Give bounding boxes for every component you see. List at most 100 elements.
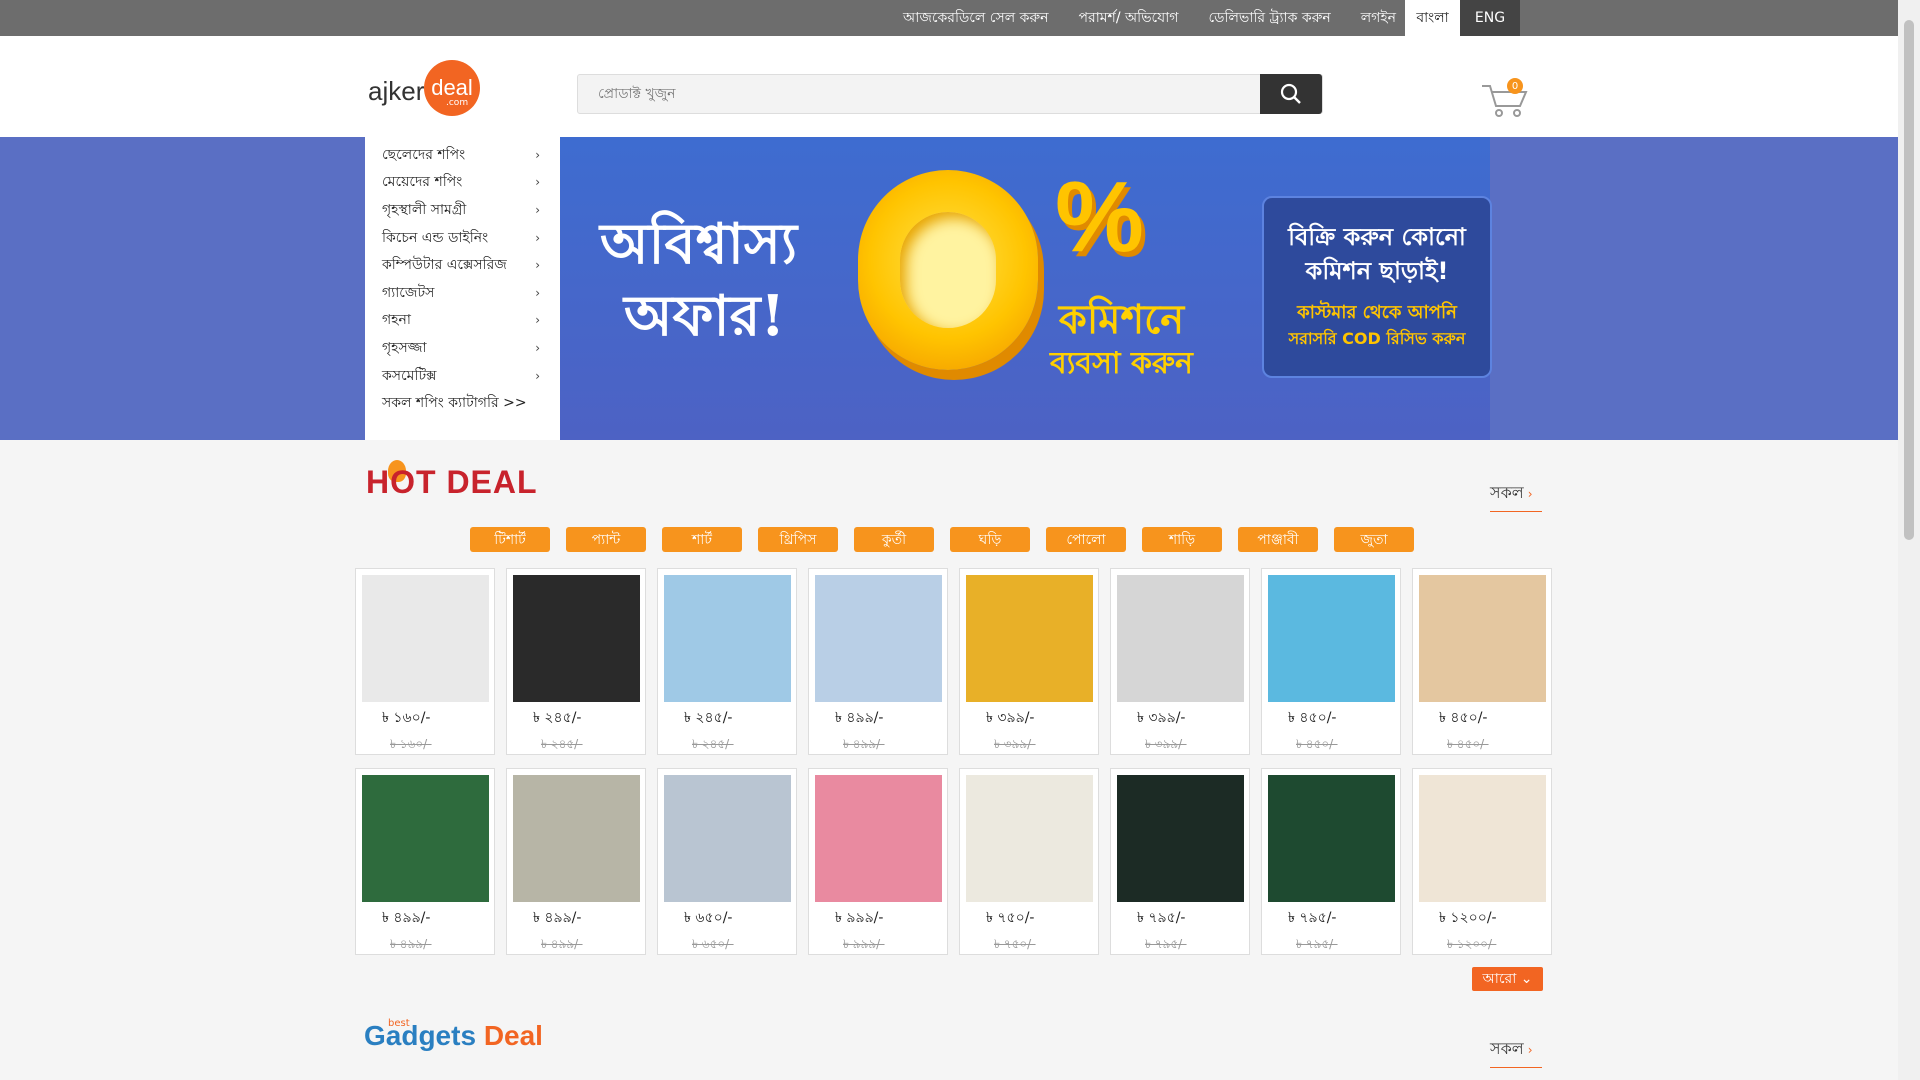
product-old-price: ৳ ২৪৫/-	[692, 737, 734, 751]
product-price: ৳ ১৬০/-	[382, 710, 431, 726]
chip-threepiece[interactable]: থ্রিপিস	[758, 527, 838, 552]
product-old-price: ৳ ৪৯৯/-	[390, 937, 432, 951]
lang-bangla-button[interactable]: বাংলা	[1405, 0, 1460, 36]
menu-label: গৃহসজ্জা	[382, 339, 427, 356]
product-image[interactable]	[1268, 775, 1395, 902]
product-card[interactable]: ৳ ৪৫০/- ৳ ৪৫০/-	[1412, 568, 1552, 755]
hero-headline: অবিশ্বাস্য অফার!	[600, 208, 797, 352]
product-price: ৳ ৭৯৫/-	[1288, 910, 1337, 926]
product-card[interactable]: ৳ ৩৯৯/- ৳ ৩৯৯/-	[959, 568, 1099, 755]
product-old-price: ৳ ৭৯৫/-	[1296, 937, 1338, 951]
track-delivery-link[interactable]: ডেলিভারি ট্র্যাক করুন	[1208, 6, 1330, 30]
menu-label: কম্পিউটার এক্সেসরিজ	[382, 257, 507, 274]
product-image[interactable]	[966, 575, 1093, 702]
complaint-link[interactable]: পরামর্শ/ অভিযোগ	[1079, 6, 1179, 30]
product-card[interactable]: ৳ ৪৫০/- ৳ ৪৫০/-	[1261, 568, 1401, 755]
page-scrollbar[interactable]	[1898, 0, 1920, 1080]
product-old-price: ৳ ৪৯৯/-	[843, 737, 885, 751]
promo-line1: বিক্রি করুন কোনো	[1288, 223, 1466, 251]
product-image[interactable]	[513, 575, 640, 702]
menu-item-decor[interactable]: গৃহসজ্জা ›	[365, 334, 560, 362]
product-image[interactable]	[815, 775, 942, 902]
product-card[interactable]: ৳ ২৪৫/- ৳ ২৪৫/-	[657, 568, 797, 755]
product-card[interactable]: ৳ ৭৯৫/- ৳ ৭৯৫/-	[1110, 768, 1250, 955]
lang-english-button[interactable]: ENG	[1460, 0, 1520, 36]
product-image[interactable]	[815, 575, 942, 702]
chevron-right-icon: ›	[535, 202, 540, 217]
product-card[interactable]: ৳ ১২০০/- ৳ ১২০০/-	[1412, 768, 1552, 955]
chevron-right-icon: ›	[535, 147, 540, 162]
chevron-right-icon: ›	[1527, 487, 1533, 501]
chip-panjabi[interactable]: পাঞ্জাবী	[1238, 527, 1318, 552]
menu-item-cosmetics[interactable]: কসমেটিক্স ›	[365, 362, 560, 390]
product-card[interactable]: ৳ ৪৯৯/- ৳ ৪৯৯/-	[808, 568, 948, 755]
site-logo[interactable]: ajker deal .com	[368, 60, 483, 118]
cart-count-badge: 0	[1507, 78, 1523, 94]
chevron-right-icon: ›	[1527, 1043, 1533, 1057]
chevron-right-icon: ›	[535, 285, 540, 300]
product-card[interactable]: ৳ ৪৯৯/- ৳ ৪৯৯/-	[355, 768, 495, 955]
sell-link[interactable]: আজকেরডিলে সেল করুন	[903, 6, 1049, 30]
product-card[interactable]: ৳ ২৪৫/- ৳ ২৪৫/-	[506, 568, 646, 755]
product-image[interactable]	[966, 775, 1093, 902]
product-card[interactable]: ৳ ৪৯৯/- ৳ ৪৯৯/-	[506, 768, 646, 955]
menu-item-all-categories[interactable]: সকল শপিং ক্যাটাগরি >>	[365, 389, 560, 417]
chip-shoes[interactable]: জুতা	[1334, 527, 1414, 552]
promo-line2: কমিশন ছাড়াই!	[1305, 257, 1449, 285]
chip-shirt[interactable]: শার্ট	[662, 527, 742, 552]
menu-item-computer[interactable]: কম্পিউটার এক্সেসরিজ ›	[365, 251, 560, 279]
product-card[interactable]: ৳ ৩৯৯/- ৳ ৩৯৯/-	[1110, 568, 1250, 755]
menu-item-kitchen[interactable]: কিচেন এন্ড ডাইনিং ›	[365, 224, 560, 252]
chip-polo[interactable]: পোলো	[1046, 527, 1126, 552]
hot-deal-see-all[interactable]: সকল ›	[1490, 478, 1542, 512]
chip-watch[interactable]: ঘড়ি	[950, 527, 1030, 552]
scrollbar-thumb[interactable]	[1904, 20, 1914, 540]
menu-item-gadgets[interactable]: গ্যাজেটস ›	[365, 279, 560, 307]
category-menu: ছেলেদের শপিং › মেয়েদের শপিং › গৃহস্থালী স…	[365, 137, 560, 440]
logo-text: ajker	[368, 76, 425, 106]
product-image[interactable]	[664, 775, 791, 902]
product-row-1: ৳ ১৬০/- ৳ ১৬০/- ৳ ২৪৫/- ৳ ২৪৫/- ৳ ২৪৫/- ৳ ২৪৫…	[355, 568, 1552, 755]
hero-promo-box: বিক্রি করুন কোনো কমিশন ছাড়াই! কাস্টমার …	[1262, 196, 1492, 378]
product-card[interactable]: ৳ ৭৫০/- ৳ ৭৫০/-	[959, 768, 1099, 955]
search-icon	[1280, 83, 1301, 104]
product-old-price: ৳ ১৬০/-	[390, 737, 432, 751]
product-image[interactable]	[1117, 575, 1244, 702]
menu-label: গহনা	[382, 312, 411, 329]
menu-item-jewelry[interactable]: গহনা ›	[365, 307, 560, 335]
product-image[interactable]	[1117, 775, 1244, 902]
see-all-label: সকল	[1490, 1039, 1524, 1058]
product-price: ৳ ১২০০/-	[1439, 910, 1497, 926]
menu-item-girls[interactable]: মেয়েদের শপিং ›	[365, 169, 560, 197]
product-image[interactable]	[664, 575, 791, 702]
product-image[interactable]	[362, 575, 489, 702]
menu-item-household[interactable]: গৃহস্থালী সামগ্রী ›	[365, 196, 560, 224]
more-button[interactable]: আরো ⌄	[1472, 967, 1543, 991]
product-card[interactable]: ৳ ১৬০/- ৳ ১৬০/-	[355, 568, 495, 755]
gadgets-see-all[interactable]: সকল ›	[1490, 1034, 1542, 1068]
chip-pants[interactable]: প্যান্ট	[566, 527, 646, 552]
product-image[interactable]	[1268, 575, 1395, 702]
search-button[interactable]	[1260, 74, 1322, 114]
cart-button[interactable]: 0	[1480, 78, 1530, 118]
product-card[interactable]: ৳ ৭৯৫/- ৳ ৭৯৫/-	[1261, 768, 1401, 955]
chip-tshirt[interactable]: টিশার্ট	[470, 527, 550, 552]
chip-kurti[interactable]: কুর্তী	[854, 527, 934, 552]
login-link[interactable]: লগইন	[1361, 6, 1396, 30]
product-image[interactable]	[1419, 575, 1546, 702]
menu-item-boys[interactable]: ছেলেদের শপিং ›	[365, 141, 560, 169]
menu-label: কিচেন এন্ড ডাইনিং	[382, 229, 489, 246]
product-card[interactable]: ৳ ৬৫০/- ৳ ৬৫০/-	[657, 768, 797, 955]
product-card[interactable]: ৳ ৯৯৯/- ৳ ৯৯৯/-	[808, 768, 948, 955]
product-image[interactable]	[362, 775, 489, 902]
product-image[interactable]	[1419, 775, 1546, 902]
product-old-price: ৳ ৬৫০/-	[692, 937, 734, 951]
hero-line2: অফার!	[624, 283, 786, 349]
chevron-right-icon: ›	[535, 340, 540, 355]
product-image[interactable]	[513, 775, 640, 902]
search-input[interactable]	[578, 75, 1261, 113]
hero-zero	[858, 170, 1038, 370]
chevron-right-icon: ›	[535, 175, 540, 190]
chip-saree[interactable]: শাড়ি	[1142, 527, 1222, 552]
product-row-2: ৳ ৪৯৯/- ৳ ৪৯৯/- ৳ ৪৯৯/- ৳ ৪৯৯/- ৳ ৬৫০/- ৳ ৬৫০…	[355, 768, 1552, 955]
